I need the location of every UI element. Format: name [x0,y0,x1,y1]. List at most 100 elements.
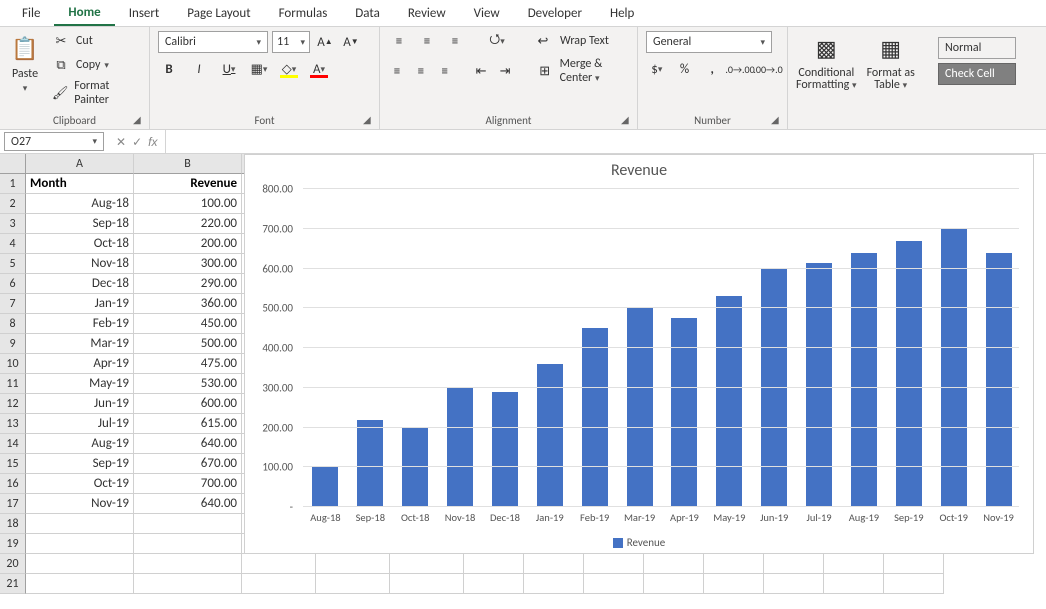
cell[interactable]: 640.00 [134,434,242,454]
borders-button[interactable]: ▦▾ [248,59,270,79]
fx-icon[interactable]: fx [148,135,157,149]
increase-font-icon[interactable]: A▲ [314,32,336,52]
cell[interactable] [644,574,704,594]
dialog-launcher-icon[interactable]: ◢ [771,113,783,125]
cell[interactable] [704,574,764,594]
tab-review[interactable]: Review [394,2,460,25]
cell[interactable] [26,574,134,594]
number-format-combo[interactable]: General▾ [646,31,772,53]
chart-bar[interactable] [806,263,832,507]
cell[interactable] [390,554,464,574]
cell[interactable] [524,574,584,594]
orientation-icon[interactable]: ⭯▾ [486,31,508,51]
percent-format-button[interactable]: % [674,59,696,79]
align-center-icon[interactable]: ≡ [412,61,430,81]
row-header[interactable]: 11 [0,374,26,394]
tab-help[interactable]: Help [596,2,648,25]
tab-insert[interactable]: Insert [115,2,174,25]
cell[interactable]: 450.00 [134,314,242,334]
cell[interactable]: 475.00 [134,354,242,374]
row-header[interactable]: 1 [0,174,26,194]
tab-file[interactable]: File [8,2,54,25]
chart-bar[interactable] [312,467,338,507]
column-header[interactable]: B [134,154,242,174]
cell[interactable]: Oct-18 [26,234,134,254]
cell[interactable]: 530.00 [134,374,242,394]
align-right-icon[interactable]: ≡ [436,61,454,81]
align-left-icon[interactable]: ≡ [388,61,406,81]
align-top-icon[interactable]: ≡ [388,31,410,51]
cell[interactable] [390,574,464,594]
row-header[interactable]: 12 [0,394,26,414]
chart-bar[interactable] [627,308,653,507]
dialog-launcher-icon[interactable]: ◢ [621,113,633,125]
row-header[interactable]: 16 [0,474,26,494]
bold-button[interactable]: B [158,59,180,79]
fill-color-button[interactable]: ◇▾ [278,59,300,79]
embedded-chart[interactable]: Revenue -100.00200.00300.00400.00500.006… [244,154,1034,554]
dialog-launcher-icon[interactable]: ◢ [363,113,375,125]
row-header[interactable]: 5 [0,254,26,274]
cell[interactable]: Oct-19 [26,474,134,494]
row-header[interactable]: 18 [0,514,26,534]
worksheet-grid[interactable]: 123456789101112131415161718192021 ABCDEF… [0,154,1046,609]
chart-bar[interactable] [941,229,967,507]
row-header[interactable]: 4 [0,234,26,254]
align-middle-icon[interactable]: ≡ [416,31,438,51]
row-header[interactable]: 14 [0,434,26,454]
cell[interactable] [824,574,884,594]
chart-bar[interactable] [716,296,742,507]
cell[interactable] [134,554,242,574]
chart-bar[interactable] [357,420,383,507]
cell[interactable] [134,534,242,554]
accounting-format-button[interactable]: $▾ [646,59,668,79]
cell[interactable] [242,554,316,574]
chart-bar[interactable] [537,364,563,507]
cell[interactable] [242,574,316,594]
column-header[interactable]: A [26,154,134,174]
row-header[interactable]: 8 [0,314,26,334]
cell[interactable]: Jul-19 [26,414,134,434]
cell[interactable]: Revenue [134,174,242,194]
cell[interactable]: 600.00 [134,394,242,414]
comma-format-button[interactable]: , [701,59,723,79]
wrap-text-button[interactable]: Wrap Text [560,34,609,48]
cell[interactable]: Nov-18 [26,254,134,274]
increase-decimal-button[interactable]: .0→.00 [729,59,751,79]
cell[interactable] [26,554,134,574]
cell[interactable]: Aug-19 [26,434,134,454]
tab-view[interactable]: View [460,2,514,25]
row-header[interactable]: 19 [0,534,26,554]
cell[interactable]: 220.00 [134,214,242,234]
increase-indent-icon[interactable]: ⇥ [496,61,514,81]
chart-bar[interactable] [402,428,428,508]
font-name-combo[interactable]: Calibri▾ [158,31,268,53]
cell[interactable]: May-19 [26,374,134,394]
cell[interactable] [884,574,944,594]
cell[interactable]: Nov-19 [26,494,134,514]
cell[interactable] [884,554,944,574]
paste-icon[interactable]: 📋 [8,31,42,65]
chart-bar[interactable] [447,388,473,507]
cell[interactable]: 200.00 [134,234,242,254]
chart-bar[interactable] [851,253,877,507]
cell[interactable] [584,554,644,574]
copy-button[interactable]: ⧉ Copy ▾ [50,55,141,75]
cell[interactable]: 615.00 [134,414,242,434]
dialog-launcher-icon[interactable]: ◢ [133,113,145,125]
cell[interactable]: Apr-19 [26,354,134,374]
cell[interactable]: 100.00 [134,194,242,214]
decrease-decimal-button[interactable]: .00→.0 [757,59,779,79]
chart-bar[interactable] [761,269,787,508]
font-size-combo[interactable]: 11▾ [272,31,310,53]
cell[interactable]: 290.00 [134,274,242,294]
cell[interactable] [644,554,704,574]
cell[interactable]: 500.00 [134,334,242,354]
cell[interactable] [464,574,524,594]
format-as-table-button[interactable]: ▦ Format asTable ▾ [867,31,915,92]
row-header[interactable]: 20 [0,554,26,574]
cell[interactable]: Jan-19 [26,294,134,314]
cell[interactable] [524,554,584,574]
cell[interactable] [134,514,242,534]
chart-bar[interactable] [492,392,518,507]
